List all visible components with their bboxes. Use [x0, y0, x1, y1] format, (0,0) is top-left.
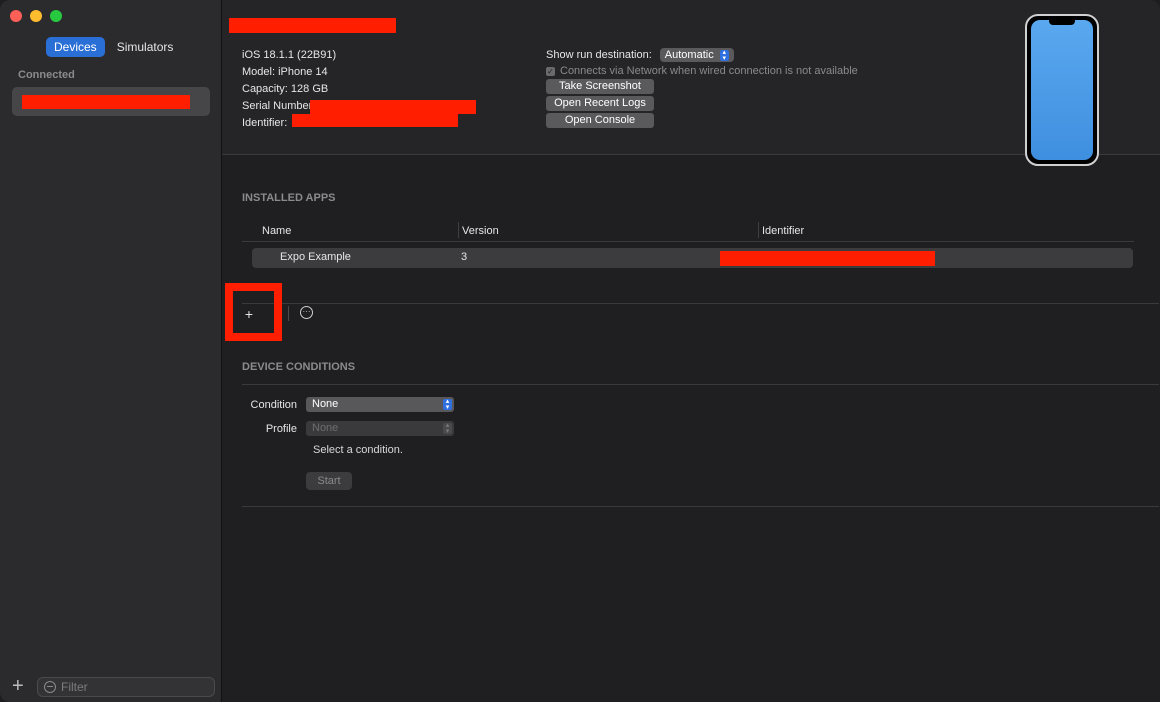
window-controls	[10, 10, 62, 22]
filter-icon	[44, 681, 56, 693]
sidebar-item-device[interactable]	[12, 87, 210, 116]
redacted-serial-number	[310, 100, 476, 114]
conditions-bottom-divider	[242, 506, 1159, 507]
sidebar-footer: + Filter	[0, 674, 221, 702]
run-destination-panel: Show run destination: Automatic ▴ ▾ ✓ Con…	[546, 47, 858, 128]
phone-screen	[1031, 20, 1093, 160]
redacted-identifier	[292, 114, 458, 127]
device-detail: iOS 18.1.1 (22B91) Model: iPhone 14 Capa…	[222, 0, 1160, 702]
run-destination-label: Show run destination:	[546, 49, 652, 61]
device-type-switcher: Devices Simulators	[46, 37, 181, 57]
condition-select[interactable]: None ▴ ▾	[306, 397, 454, 412]
device-os: iOS 18.1.1 (22B91)	[242, 49, 337, 61]
column-name[interactable]: Name	[262, 223, 291, 239]
column-identifier[interactable]: Identifier	[762, 223, 804, 239]
profile-label: Profile	[265, 423, 297, 435]
device-preview-image	[1025, 14, 1099, 166]
popup-arrows-icon: ▴ ▾	[443, 398, 452, 411]
connected-heading: Connected	[18, 69, 75, 81]
column-separator	[758, 222, 759, 238]
filter-placeholder: Filter	[61, 680, 88, 694]
toolbar-separator	[288, 306, 289, 321]
more-options-icon[interactable]: ···	[300, 306, 313, 319]
profile-select[interactable]: None ▴ ▾	[306, 421, 454, 436]
column-separator	[458, 222, 459, 238]
conditions-divider	[242, 384, 1159, 385]
redacted-device-name	[22, 95, 190, 109]
table-row[interactable]: Expo Example 3	[252, 248, 1133, 268]
run-destination-popup[interactable]: Automatic ▴ ▾	[659, 48, 734, 62]
profile-value: None	[312, 422, 339, 434]
app-version: 3	[461, 251, 468, 263]
phone-notch	[1049, 19, 1075, 25]
take-screenshot-button[interactable]: Take Screenshot	[546, 79, 654, 94]
device-model: Model: iPhone 14	[242, 66, 328, 78]
minimize-window-button[interactable]	[30, 10, 42, 22]
start-button[interactable]: Start	[306, 472, 352, 490]
devices-window: Devices Simulators Connected + Filter iO…	[0, 0, 1160, 702]
add-device-icon[interactable]: +	[12, 676, 24, 696]
popup-arrows-icon: ▴ ▾	[443, 422, 452, 435]
condition-value: None	[312, 398, 339, 410]
device-header: iOS 18.1.1 (22B91) Model: iPhone 14 Capa…	[222, 0, 1160, 166]
open-recent-logs-button[interactable]: Open Recent Logs	[546, 96, 654, 111]
tab-devices[interactable]: Devices	[46, 37, 105, 57]
condition-label: Condition	[250, 399, 297, 411]
app-name: Expo Example	[280, 251, 351, 263]
device-capacity: Capacity: 128 GB	[242, 83, 329, 95]
column-version[interactable]: Version	[462, 223, 499, 239]
close-window-button[interactable]	[10, 10, 22, 22]
tab-simulators[interactable]: Simulators	[109, 37, 182, 57]
highlight-box	[225, 283, 282, 341]
redacted-device-title	[229, 18, 396, 33]
device-conditions-title: DEVICE CONDITIONS	[242, 361, 356, 373]
open-console-button[interactable]: Open Console	[546, 113, 654, 128]
run-destination-value: Automatic	[664, 49, 714, 61]
filter-field[interactable]: Filter	[37, 677, 215, 697]
popup-arrows-icon: ▴ ▾	[719, 49, 729, 62]
installed-apps-title: INSTALLED APPS	[242, 192, 336, 204]
sidebar: Devices Simulators Connected + Filter	[0, 0, 222, 702]
network-checkbox[interactable]: ✓	[546, 66, 555, 76]
apps-divider	[242, 303, 1159, 304]
network-option-label: Connects via Network when wired connecti…	[560, 65, 858, 77]
condition-hint: Select a condition.	[313, 444, 403, 456]
apps-table-header: Name Version Identifier	[242, 221, 1134, 242]
redacted-app-identifier	[720, 251, 935, 266]
zoom-window-button[interactable]	[50, 10, 62, 22]
